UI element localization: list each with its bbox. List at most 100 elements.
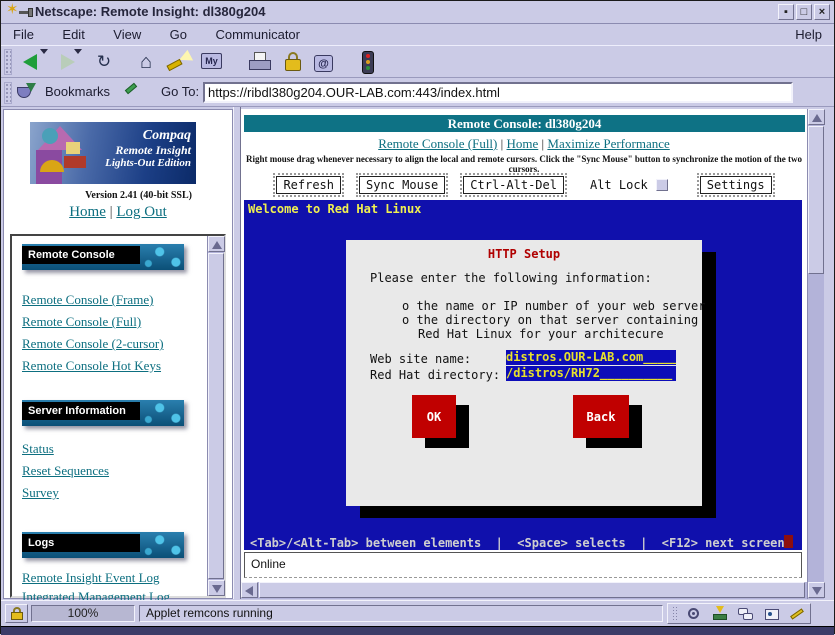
forward-icon[interactable]	[53, 49, 83, 76]
sidebar-link-status[interactable]: Status	[22, 441, 54, 457]
settings-button[interactable]: Settings	[700, 176, 772, 194]
browser-window: ✶ Netscape: Remote Insight: dl380g204 ▪ …	[0, 0, 835, 634]
scroll-down-icon[interactable]	[208, 580, 225, 596]
title-bar: ✶ Netscape: Remote Insight: dl380g204 ▪ …	[1, 1, 834, 24]
section-title: Logs	[22, 534, 140, 552]
dialog-prompt: Please enter the following information:	[370, 271, 652, 285]
logout-link[interactable]: Log Out	[116, 204, 166, 220]
web-site-name-field[interactable]: distros.OUR-LAB.com_____	[506, 350, 676, 365]
netscape-window-icon: ✶	[6, 4, 30, 20]
dialog-bullet-2: o the directory on that server containin…	[402, 313, 698, 327]
scroll-left-icon[interactable]	[241, 582, 258, 598]
progress-indicator: 100%	[31, 605, 135, 622]
back-dropdown-caret	[40, 49, 48, 54]
sidebar-link-remote-console-full[interactable]: Remote Console (Full)	[22, 314, 141, 330]
web-site-name-label: Web site name:	[370, 352, 471, 366]
composer-icon[interactable]	[788, 606, 808, 622]
url-input[interactable]	[203, 82, 793, 103]
refresh-button[interactable]: Refresh	[276, 176, 341, 194]
page-proxy-icon[interactable]	[123, 84, 141, 101]
dialog-bullet-1: o the name or IP number of your web serv…	[402, 299, 705, 313]
close-button[interactable]: ×	[814, 4, 830, 20]
my-netscape-icon[interactable]: My	[197, 49, 227, 76]
link-remote-console-full[interactable]: Remote Console (Full)	[378, 136, 497, 151]
location-grip[interactable]	[4, 82, 12, 104]
menu-view[interactable]: View	[101, 25, 153, 42]
component-bar	[667, 603, 811, 624]
applet-status-box: Online	[244, 552, 802, 578]
link-maximize-performance[interactable]: Maximize Performance	[547, 136, 669, 151]
sidebar-frame: Compaq Remote Insight Lights-Out Edition…	[3, 109, 233, 599]
menu-help[interactable]: Help	[795, 27, 822, 42]
applet-status-text: Online	[251, 557, 286, 571]
ctrl-alt-del-button[interactable]: Ctrl-Alt-Del	[463, 176, 564, 194]
scrollbar-thumb[interactable]	[208, 253, 224, 579]
text-cursor	[784, 535, 793, 548]
search-icon[interactable]	[164, 49, 194, 76]
frame-divider[interactable]	[233, 107, 241, 599]
ok-button[interactable]: OK	[412, 395, 456, 438]
discussions-icon[interactable]	[736, 606, 756, 622]
console-welcome-text: Welcome to Red Hat Linux	[248, 202, 421, 216]
sidebar-link-remote-insight-event-log[interactable]: Remote Insight Event Log	[22, 570, 160, 586]
print-icon[interactable]	[246, 49, 276, 76]
mailbox-icon[interactable]	[710, 606, 730, 622]
sidebar-link-survey[interactable]: Survey	[22, 485, 59, 501]
home-icon[interactable]: ⌂	[131, 49, 161, 76]
maximize-button[interactable]: □	[796, 4, 812, 20]
vertical-scrollbar[interactable]	[807, 109, 824, 599]
horizontal-scrollbar[interactable]	[241, 582, 807, 599]
home-link[interactable]: Home	[69, 204, 106, 220]
dialog-title: HTTP Setup	[346, 247, 702, 261]
redhat-directory-label: Red Hat directory:	[370, 368, 500, 382]
menu-communicator[interactable]: Communicator	[203, 25, 312, 42]
page-title: Remote Console: dl380g204	[244, 115, 805, 132]
remote-console-frame: Remote Console: dl380g204 Remote Console…	[241, 109, 807, 599]
bookmarks-label[interactable]: Bookmarks	[45, 84, 110, 99]
back-button[interactable]: Back	[573, 395, 629, 438]
security-status-lock-icon[interactable]	[5, 604, 28, 623]
bookmarks-quickfile-icon[interactable]	[17, 83, 39, 101]
component-bar-grip[interactable]	[672, 606, 678, 621]
sidebar-link-remote-console-hotkeys[interactable]: Remote Console Hot Keys	[22, 358, 161, 374]
location-bar: Bookmarks Go To:	[1, 79, 834, 107]
compaq-logo: Compaq Remote Insight Lights-Out Edition	[30, 122, 196, 184]
shop-icon[interactable]: @	[309, 49, 339, 76]
scroll-down-icon[interactable]	[808, 582, 825, 598]
link-separator: |	[110, 204, 113, 220]
security-lock-icon[interactable]	[279, 49, 309, 76]
session-links: Home | Log Out	[4, 204, 232, 221]
address-book-icon[interactable]	[762, 606, 782, 622]
sync-mouse-note: Right mouse drag whenever necessary to a…	[241, 154, 807, 174]
back-icon[interactable]	[19, 49, 49, 76]
section-title: Remote Console	[22, 246, 140, 264]
reload-icon[interactable]: ↻	[89, 49, 119, 76]
tui-help-line: <Tab>/<Alt-Tab> between elements | <Spac…	[250, 536, 785, 550]
vertical-scrollbar-thumb[interactable]	[808, 126, 824, 274]
sidebar-nav-box: Remote Console Remote Console (Frame) Re…	[10, 234, 226, 598]
console-links: Remote Console (Full) | Home | Maximize …	[241, 136, 807, 152]
scroll-up-icon[interactable]	[208, 236, 225, 252]
forward-dropdown-caret	[74, 49, 82, 54]
stop-icon[interactable]	[353, 49, 383, 76]
menu-edit[interactable]: Edit	[50, 25, 96, 42]
sidebar-link-reset-sequences[interactable]: Reset Sequences	[22, 463, 109, 479]
console-toolbar: Refresh Sync Mouse Ctrl-Alt-Del Alt Lock…	[241, 173, 807, 197]
remote-console-screen[interactable]: Welcome to Red Hat Linux HTTP Setup Plea…	[244, 200, 802, 550]
sync-mouse-button[interactable]: Sync Mouse	[359, 176, 445, 194]
link-home[interactable]: Home	[507, 136, 539, 151]
menu-file[interactable]: File	[1, 25, 46, 42]
sidebar-link-remote-console-2cursor[interactable]: Remote Console (2-cursor)	[22, 336, 164, 352]
alt-lock-checkbox[interactable]	[656, 179, 668, 191]
scroll-up-icon[interactable]	[808, 109, 825, 125]
redhat-directory-field[interactable]: /distros/RH72__________	[506, 366, 676, 381]
navigator-icon[interactable]	[684, 606, 704, 622]
sidebar-link-remote-console-frame[interactable]: Remote Console (Frame)	[22, 292, 153, 308]
sidebar-scrollbar[interactable]	[207, 236, 224, 596]
logo-brand: Compaq	[105, 128, 191, 143]
menu-go[interactable]: Go	[158, 25, 199, 42]
horizontal-scrollbar-thumb[interactable]	[259, 582, 805, 598]
toolbar-grip[interactable]	[4, 49, 12, 75]
section-header-server-information: Server Information	[22, 400, 184, 426]
minimize-button[interactable]: ▪	[778, 4, 794, 20]
